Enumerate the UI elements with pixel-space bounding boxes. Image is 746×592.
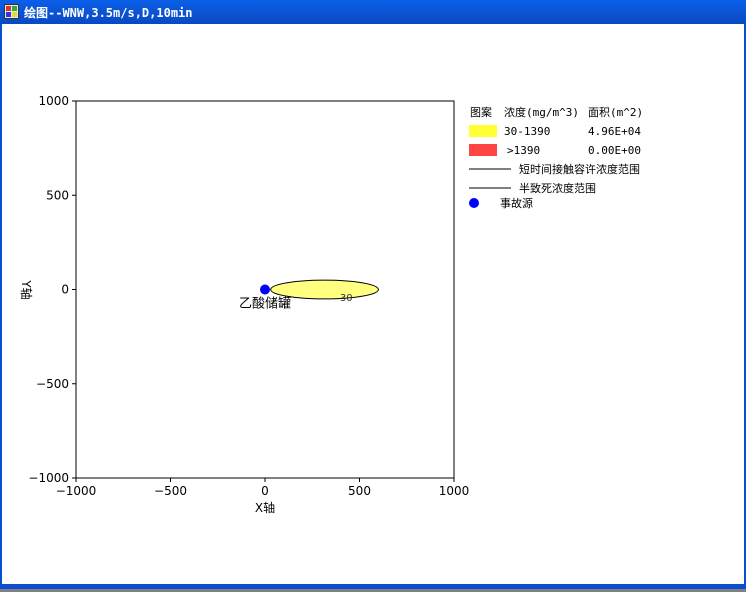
legend-swatch-red <box>469 144 497 156</box>
source-label: 乙酸储罐 <box>239 297 291 312</box>
legend-range-2: >1390 <box>507 144 540 157</box>
window-title: 绘图--WNW,3.5m/s,D,10min <box>24 6 193 20</box>
legend-range-1: 30-1390 <box>504 125 550 138</box>
y-tick-label: 0 <box>61 283 69 297</box>
legend-header-pattern: 图案 <box>470 105 492 119</box>
x-tick-label: −500 <box>154 484 187 498</box>
legend-area-1: 4.96E+04 <box>588 125 641 138</box>
x-tick-label: 1000 <box>439 484 470 498</box>
contour-label: 30 <box>340 293 353 304</box>
source-point <box>260 284 270 295</box>
legend-header-area: 面积(m^2) <box>588 106 643 119</box>
y-tick-label: −1000 <box>28 471 69 485</box>
legend-source-icon <box>469 198 479 208</box>
legend-swatch-yellow <box>469 125 497 137</box>
legend-line1-label: 短时间接触容许浓度范围 <box>519 162 640 176</box>
legend-area-2: 0.00E+00 <box>588 144 641 157</box>
title-bar[interactable]: 绘图--WNW,3.5m/s,D,10min <box>0 0 746 24</box>
x-tick-label: 0 <box>261 484 269 498</box>
app-icon <box>4 4 19 19</box>
legend-header-conc: 浓度(mg/m^3) <box>504 105 579 119</box>
legend: 图案 浓度(mg/m^3) 面积(m^2) 30-1390 4.96E+04 >… <box>469 105 643 210</box>
x-axis-label: X轴 <box>255 500 275 515</box>
plot-area: −1000 −500 0 500 1000 1000 500 0 −500 −1000 30 乙酸… <box>19 94 643 515</box>
legend-line2-label: 半致死浓度范围 <box>519 181 596 195</box>
y-axis-label: Y轴 <box>19 279 34 299</box>
x-tick-label: −1000 <box>56 484 97 498</box>
y-tick-label: 1000 <box>38 94 69 108</box>
y-tick-label: −500 <box>36 377 69 391</box>
x-tick-label: 500 <box>348 484 371 498</box>
legend-source-label: 事故源 <box>500 196 533 210</box>
y-tick-label: 500 <box>46 188 69 202</box>
